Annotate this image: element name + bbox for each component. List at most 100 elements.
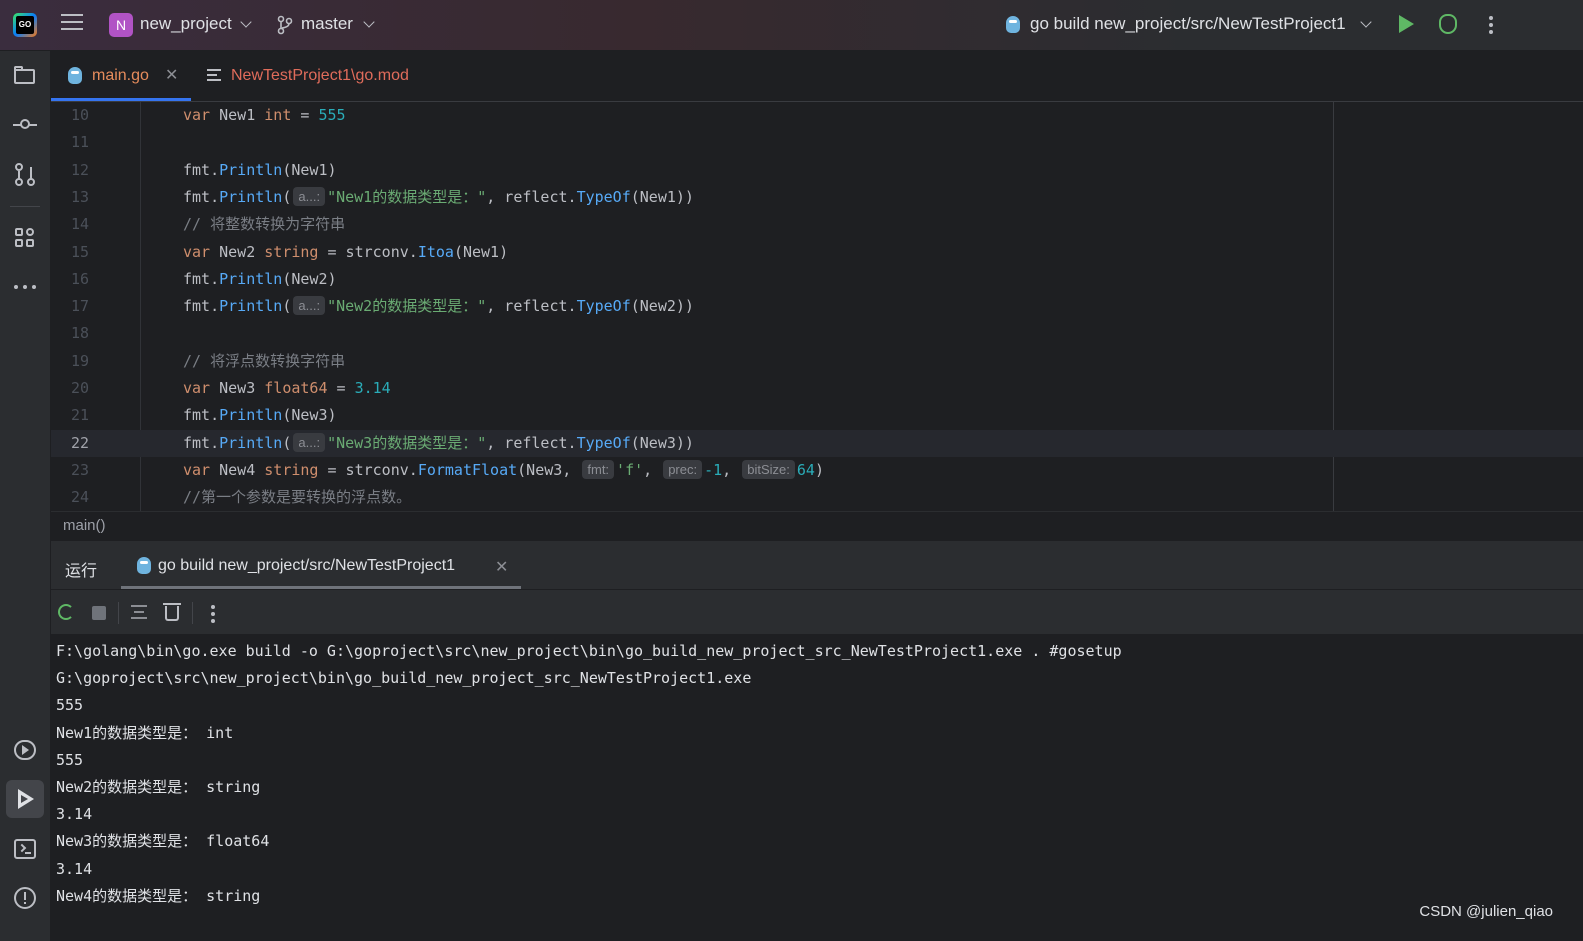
line-number: 21 [70, 406, 89, 425]
code-line[interactable]: 17 fmt.Println(a...: "New2的数据类型是：", reflec… [51, 293, 1583, 320]
hamburger-menu-icon[interactable] [61, 14, 83, 34]
more-icon[interactable] [211, 605, 215, 626]
rerun-icon[interactable] [58, 604, 74, 620]
close-icon[interactable]: ✕ [165, 65, 178, 85]
code-token: var [183, 379, 211, 397]
more-tools-icon[interactable] [13, 275, 37, 299]
code-line[interactable]: 18 [51, 320, 1583, 347]
parameter-hint: a...: [293, 186, 326, 206]
more-icon[interactable] [1489, 16, 1493, 37]
folder-icon[interactable] [13, 64, 37, 88]
code-token: New1 [210, 106, 265, 124]
line-number: 24 [70, 488, 89, 507]
tab-main-go[interactable]: main.go ✕ [51, 51, 191, 101]
parameter-hint: a...: [293, 296, 326, 316]
console-line: G:\goproject\src\new_project\bin\go_buil… [56, 669, 752, 688]
project-name: new_project [140, 14, 232, 33]
pull-request-icon[interactable] [13, 163, 37, 187]
editor-tab-bar: main.go ✕ NewTestProject1\go.mod [51, 51, 1583, 102]
parameter-hint: prec: [663, 459, 703, 479]
code-token: , [722, 460, 741, 479]
breadcrumb[interactable]: main() [51, 511, 1583, 541]
console-line: 555 [56, 696, 84, 715]
console-line: New2的数据类型是： string [56, 778, 261, 796]
console-output[interactable]: F:\golang\bin\go.exe build -o G:\goproje… [51, 634, 1583, 941]
code-line[interactable]: 23 var New4 string = strconv.FormatFloat(… [51, 457, 1583, 484]
code-token: = [327, 379, 355, 397]
line-number: 15 [70, 242, 89, 261]
code-line[interactable]: 24 //第一个参数是要转换的浮点数。 [51, 484, 1583, 511]
code-token: = strconv. [318, 242, 418, 261]
divider [10, 206, 40, 207]
code-token: Println [219, 406, 283, 425]
code-token: Println [219, 297, 283, 316]
code-token: TypeOf [576, 187, 631, 206]
problems-icon[interactable] [13, 886, 37, 910]
logo-text: GO [16, 16, 34, 34]
code-text: fmt.Println(New3) [183, 402, 337, 429]
goland-logo-icon[interactable]: GO [13, 13, 37, 37]
code-token: Println [219, 160, 283, 179]
code-token: var [183, 106, 211, 124]
code-token: var [183, 460, 211, 479]
code-token: 64 [796, 460, 815, 479]
code-line[interactable]: 20 var New3 float64 = 3.14 [51, 375, 1583, 402]
code-token: = [291, 106, 319, 124]
code-token: "New2的数据类型是：" [327, 297, 487, 316]
console-line: 3.14 [56, 805, 93, 824]
code-line[interactable]: 11 [51, 129, 1583, 156]
trash-icon[interactable] [163, 603, 181, 621]
commit-icon[interactable] [13, 113, 37, 137]
line-number: 10 [70, 106, 89, 124]
title-bar: GO N new_project master go build new_pro… [0, 0, 1583, 51]
code-text: // 将整数转换为字符串 [183, 211, 345, 238]
code-token: "New1的数据类型是：" [327, 187, 487, 206]
stop-icon[interactable] [92, 606, 106, 620]
active-tab-indicator [121, 586, 521, 589]
close-icon[interactable]: ✕ [495, 557, 508, 577]
line-number: 18 [70, 324, 89, 343]
active-tab-indicator [51, 98, 191, 101]
code-line[interactable]: 19 // 将浮点数转换字符串 [51, 348, 1583, 375]
code-token: , reflect. [486, 297, 577, 316]
run-toolbar [51, 590, 1583, 634]
code-line[interactable]: 15 var New2 string = strconv.Itoa(New1) [51, 239, 1583, 266]
line-number: 11 [70, 133, 89, 152]
chevron-down-icon [1360, 16, 1372, 28]
console-line: New4的数据类型是： string [56, 886, 261, 905]
code-token: (New1) [453, 242, 509, 261]
code-line[interactable]: 10 var New1 int = 555 [51, 102, 1583, 129]
code-text: fmt.Println(New1) [183, 157, 337, 184]
code-token: (New2)) [630, 297, 694, 316]
code-editor[interactable]: 10 var New1 int = 555 11 12 fmt.Println(New1… [51, 102, 1583, 511]
services-icon[interactable] [13, 738, 37, 762]
run-tool-icon[interactable] [13, 787, 37, 811]
debug-icon[interactable] [1439, 14, 1457, 34]
chevron-down-icon [363, 16, 375, 28]
code-token: 'f' [616, 460, 644, 479]
breadcrumb-item[interactable]: main() [63, 517, 106, 534]
code-line[interactable]: 22 fmt.Println(a...: "New3的数据类型是：", reflec… [51, 429, 1583, 457]
code-line[interactable]: 21 fmt.Println(New3) [51, 402, 1583, 429]
code-token: int [264, 106, 292, 124]
code-token: // 将整数转换为字符串 [183, 215, 346, 234]
run-icon[interactable] [1399, 15, 1414, 33]
terminal-icon[interactable] [13, 837, 37, 861]
plugins-icon[interactable] [13, 226, 37, 250]
code-line[interactable]: 16 fmt.Println(New2) [51, 266, 1583, 293]
code-token: ) [814, 460, 824, 479]
code-token: "New3的数据类型是：" [327, 433, 487, 452]
code-line[interactable]: 12 fmt.Println(New1) [51, 157, 1583, 184]
code-line[interactable]: 13 fmt.Println(a...: "New1的数据类型是：", reflec… [51, 184, 1583, 211]
left-tool-strip [0, 51, 51, 941]
code-line[interactable]: 14 // 将整数转换为字符串 [51, 211, 1583, 238]
scroll-to-end-icon[interactable] [131, 605, 147, 623]
parameter-hint: fmt: [582, 459, 615, 479]
code-token: TypeOf [576, 433, 631, 452]
code-token: string [264, 242, 319, 261]
code-token: (New3) [282, 406, 337, 425]
code-token: var [183, 242, 211, 261]
tab-go-mod[interactable]: NewTestProject1\go.mod [201, 51, 441, 101]
console-line: New1的数据类型是： int [56, 723, 234, 742]
code-token: (New1) [282, 160, 337, 179]
